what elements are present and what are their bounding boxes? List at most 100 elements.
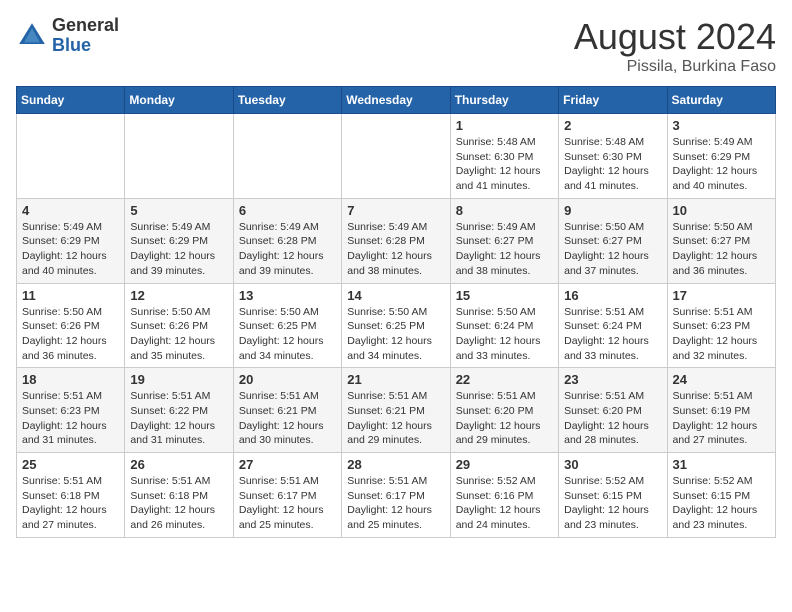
- day-info: Sunrise: 5:50 AM Sunset: 6:26 PM Dayligh…: [130, 305, 227, 364]
- calendar-cell: 2 Sunrise: 5:48 AM Sunset: 6:30 PM Daylig…: [559, 114, 667, 199]
- calendar-cell: 11 Sunrise: 5:50 AM Sunset: 6:26 PM Dayli…: [17, 283, 125, 368]
- day-number: 19: [130, 372, 227, 387]
- logo-icon: [16, 20, 48, 52]
- day-header-tuesday: Tuesday: [233, 87, 341, 114]
- day-info: Sunrise: 5:50 AM Sunset: 6:27 PM Dayligh…: [673, 220, 770, 279]
- day-info: Sunrise: 5:52 AM Sunset: 6:15 PM Dayligh…: [564, 474, 661, 533]
- calendar-cell: 22 Sunrise: 5:51 AM Sunset: 6:20 PM Dayli…: [450, 368, 558, 453]
- day-info: Sunrise: 5:48 AM Sunset: 6:30 PM Dayligh…: [456, 135, 553, 194]
- day-info: Sunrise: 5:49 AM Sunset: 6:29 PM Dayligh…: [130, 220, 227, 279]
- day-header-saturday: Saturday: [667, 87, 775, 114]
- day-info: Sunrise: 5:51 AM Sunset: 6:23 PM Dayligh…: [673, 305, 770, 364]
- day-info: Sunrise: 5:51 AM Sunset: 6:20 PM Dayligh…: [564, 389, 661, 448]
- calendar-cell: [125, 114, 233, 199]
- day-info: Sunrise: 5:50 AM Sunset: 6:27 PM Dayligh…: [564, 220, 661, 279]
- calendar-cell: 31 Sunrise: 5:52 AM Sunset: 6:15 PM Dayli…: [667, 453, 775, 538]
- day-info: Sunrise: 5:49 AM Sunset: 6:28 PM Dayligh…: [347, 220, 444, 279]
- day-header-thursday: Thursday: [450, 87, 558, 114]
- day-number: 10: [673, 203, 770, 218]
- day-info: Sunrise: 5:49 AM Sunset: 6:29 PM Dayligh…: [22, 220, 119, 279]
- day-number: 4: [22, 203, 119, 218]
- day-number: 14: [347, 288, 444, 303]
- day-number: 1: [456, 118, 553, 133]
- day-number: 28: [347, 457, 444, 472]
- day-info: Sunrise: 5:51 AM Sunset: 6:20 PM Dayligh…: [456, 389, 553, 448]
- calendar-row-1: 4 Sunrise: 5:49 AM Sunset: 6:29 PM Daylig…: [17, 198, 776, 283]
- location: Pissila, Burkina Faso: [574, 58, 776, 76]
- day-info: Sunrise: 5:51 AM Sunset: 6:24 PM Dayligh…: [564, 305, 661, 364]
- day-info: Sunrise: 5:51 AM Sunset: 6:21 PM Dayligh…: [347, 389, 444, 448]
- calendar-cell: 29Sunrise: 5:52 AM Sunset: 6:16 PM Dayli…: [450, 453, 558, 538]
- day-info: Sunrise: 5:52 AM Sunset: 6:15 PM Dayligh…: [673, 474, 770, 533]
- calendar-row-4: 25 Sunrise: 5:51 AM Sunset: 6:18 PM Dayli…: [17, 453, 776, 538]
- day-header-monday: Monday: [125, 87, 233, 114]
- day-number: 17: [673, 288, 770, 303]
- day-number: 24: [673, 372, 770, 387]
- calendar-cell: 28 Sunrise: 5:51 AM Sunset: 6:17 PM Dayli…: [342, 453, 450, 538]
- day-info: Sunrise: 5:51 AM Sunset: 6:23 PM Dayligh…: [22, 389, 119, 448]
- day-number: 11: [22, 288, 119, 303]
- calendar-cell: 5 Sunrise: 5:49 AM Sunset: 6:29 PM Daylig…: [125, 198, 233, 283]
- day-info: Sunrise: 5:51 AM Sunset: 6:21 PM Dayligh…: [239, 389, 336, 448]
- day-info: Sunrise: 5:49 AM Sunset: 6:27 PM Dayligh…: [456, 220, 553, 279]
- calendar-cell: 30 Sunrise: 5:52 AM Sunset: 6:15 PM Dayli…: [559, 453, 667, 538]
- logo-general-text: General: [52, 16, 119, 36]
- day-number: 7: [347, 203, 444, 218]
- calendar-cell: 8 Sunrise: 5:49 AM Sunset: 6:27 PM Daylig…: [450, 198, 558, 283]
- calendar-cell: 18Sunrise: 5:51 AM Sunset: 6:23 PM Dayli…: [17, 368, 125, 453]
- calendar-cell: 3Sunrise: 5:49 AM Sunset: 6:29 PM Daylig…: [667, 114, 775, 199]
- day-info: Sunrise: 5:50 AM Sunset: 6:26 PM Dayligh…: [22, 305, 119, 364]
- day-info: Sunrise: 5:49 AM Sunset: 6:29 PM Dayligh…: [673, 135, 770, 194]
- day-number: 2: [564, 118, 661, 133]
- calendar-row-3: 18Sunrise: 5:51 AM Sunset: 6:23 PM Dayli…: [17, 368, 776, 453]
- day-header-wednesday: Wednesday: [342, 87, 450, 114]
- day-info: Sunrise: 5:50 AM Sunset: 6:25 PM Dayligh…: [347, 305, 444, 364]
- day-number: 16: [564, 288, 661, 303]
- calendar-cell: [233, 114, 341, 199]
- day-number: 9: [564, 203, 661, 218]
- calendar-cell: 24Sunrise: 5:51 AM Sunset: 6:19 PM Dayli…: [667, 368, 775, 453]
- day-number: 30: [564, 457, 661, 472]
- day-number: 22: [456, 372, 553, 387]
- day-info: Sunrise: 5:51 AM Sunset: 6:22 PM Dayligh…: [130, 389, 227, 448]
- day-number: 25: [22, 457, 119, 472]
- day-info: Sunrise: 5:50 AM Sunset: 6:24 PM Dayligh…: [456, 305, 553, 364]
- calendar-cell: 17 Sunrise: 5:51 AM Sunset: 6:23 PM Dayli…: [667, 283, 775, 368]
- calendar-cell: 13Sunrise: 5:50 AM Sunset: 6:25 PM Dayli…: [233, 283, 341, 368]
- calendar-cell: 25Sunrise: 5:51 AM Sunset: 6:18 PM Dayli…: [17, 453, 125, 538]
- day-info: Sunrise: 5:51 AM Sunset: 6:17 PM Dayligh…: [239, 474, 336, 533]
- logo-blue-text: Blue: [52, 36, 119, 56]
- calendar-row-2: 11 Sunrise: 5:50 AM Sunset: 6:26 PM Dayli…: [17, 283, 776, 368]
- day-info: Sunrise: 5:50 AM Sunset: 6:25 PM Dayligh…: [239, 305, 336, 364]
- calendar-cell: 10 Sunrise: 5:50 AM Sunset: 6:27 PM Dayli…: [667, 198, 775, 283]
- calendar-cell: 14 Sunrise: 5:50 AM Sunset: 6:25 PM Dayli…: [342, 283, 450, 368]
- logo-text: General Blue: [52, 16, 119, 56]
- calendar-cell: 12 Sunrise: 5:50 AM Sunset: 6:26 PM Dayli…: [125, 283, 233, 368]
- calendar-cell: 9 Sunrise: 5:50 AM Sunset: 6:27 PM Daylig…: [559, 198, 667, 283]
- day-number: 5: [130, 203, 227, 218]
- day-info: Sunrise: 5:52 AM Sunset: 6:16 PM Dayligh…: [456, 474, 553, 533]
- day-info: Sunrise: 5:48 AM Sunset: 6:30 PM Dayligh…: [564, 135, 661, 194]
- calendar-cell: 7 Sunrise: 5:49 AM Sunset: 6:28 PM Daylig…: [342, 198, 450, 283]
- day-info: Sunrise: 5:49 AM Sunset: 6:28 PM Dayligh…: [239, 220, 336, 279]
- calendar-cell: [17, 114, 125, 199]
- day-header-sunday: Sunday: [17, 87, 125, 114]
- calendar-cell: 6 Sunrise: 5:49 AM Sunset: 6:28 PM Daylig…: [233, 198, 341, 283]
- day-number: 21: [347, 372, 444, 387]
- day-number: 31: [673, 457, 770, 472]
- day-number: 6: [239, 203, 336, 218]
- calendar-cell: 27Sunrise: 5:51 AM Sunset: 6:17 PM Dayli…: [233, 453, 341, 538]
- day-info: Sunrise: 5:51 AM Sunset: 6:17 PM Dayligh…: [347, 474, 444, 533]
- calendar-cell: 15 Sunrise: 5:50 AM Sunset: 6:24 PM Dayli…: [450, 283, 558, 368]
- day-number: 23: [564, 372, 661, 387]
- calendar-cell: 19 Sunrise: 5:51 AM Sunset: 6:22 PM Dayli…: [125, 368, 233, 453]
- day-number: 15: [456, 288, 553, 303]
- header: General Blue August 2024 Pissila, Burkin…: [16, 16, 776, 76]
- day-info: Sunrise: 5:51 AM Sunset: 6:18 PM Dayligh…: [130, 474, 227, 533]
- day-number: 8: [456, 203, 553, 218]
- day-number: 12: [130, 288, 227, 303]
- calendar-cell: 1 Sunrise: 5:48 AM Sunset: 6:30 PM Daylig…: [450, 114, 558, 199]
- calendar-cell: 16 Sunrise: 5:51 AM Sunset: 6:24 PM Dayli…: [559, 283, 667, 368]
- calendar-row-0: 1 Sunrise: 5:48 AM Sunset: 6:30 PM Daylig…: [17, 114, 776, 199]
- day-number: 26: [130, 457, 227, 472]
